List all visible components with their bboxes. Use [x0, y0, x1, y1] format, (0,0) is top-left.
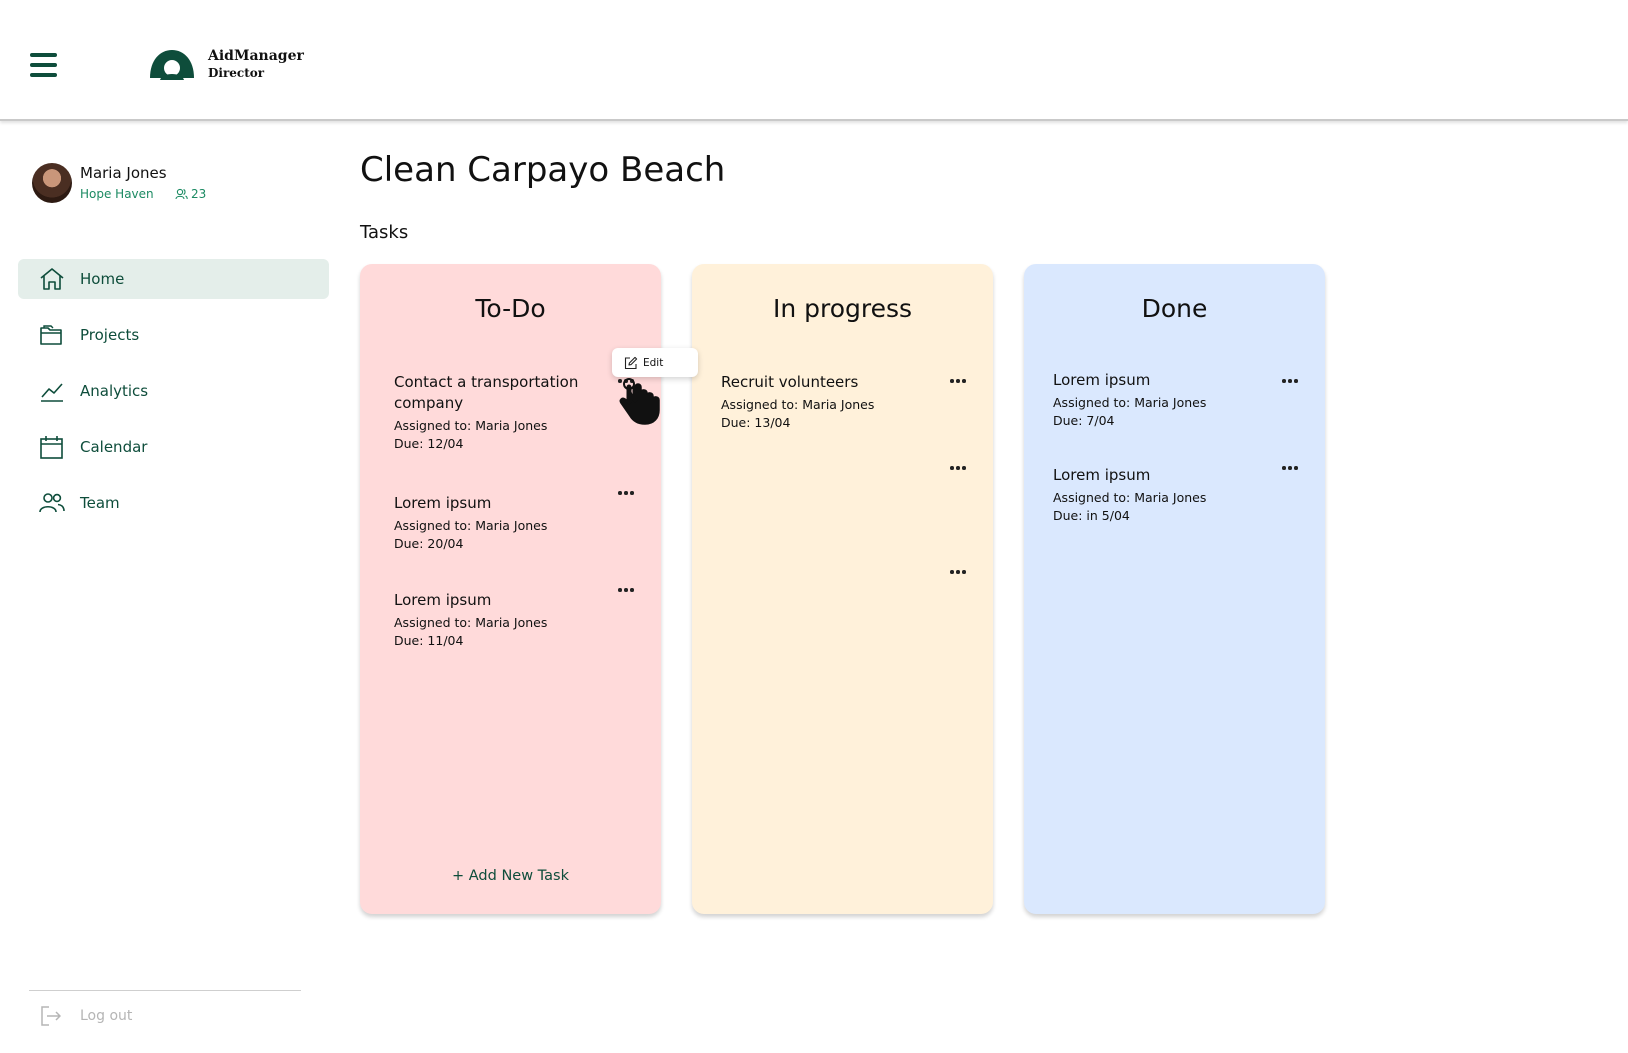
task-assignee: Assigned to: Maria Jones: [1053, 395, 1207, 410]
column-done: Done Lorem ipsum Assigned to: Maria Jone…: [1024, 264, 1325, 914]
sidebar-item-home[interactable]: Home: [18, 259, 329, 299]
more-options-icon[interactable]: [1278, 461, 1302, 475]
chart-line-icon: [41, 383, 63, 402]
task-assignee: Assigned to: Maria Jones: [394, 418, 548, 433]
aidmanager-logo: [148, 48, 196, 84]
more-options-icon[interactable]: [614, 583, 638, 597]
column-in-progress: In progress Recruit volunteers Assigned …: [692, 264, 993, 914]
task-card[interactable]: Lorem ipsum Assigned to: Maria Jones Due…: [1053, 465, 1293, 525]
brand-name: AidManager Director: [208, 48, 304, 81]
task-due: Due: 20/04: [394, 536, 464, 551]
sidebar-divider: [29, 990, 301, 991]
task-assignee: Assigned to: Maria Jones: [394, 518, 548, 533]
sidebar-item-team[interactable]: Team: [18, 483, 329, 523]
task-due: Due: in 5/04: [1053, 508, 1130, 523]
user-name: Maria Jones: [80, 164, 167, 182]
more-options-icon[interactable]: [946, 461, 970, 475]
task-title: Lorem ipsum: [394, 494, 492, 512]
task-due: Due: 12/04: [394, 436, 464, 451]
edit-icon: [624, 356, 638, 370]
column-title: In progress: [772, 294, 913, 323]
task-title: Contact a transportation company: [394, 373, 579, 412]
edit-popup-button[interactable]: Edit: [612, 348, 698, 377]
task-due: Due: 11/04: [394, 633, 464, 648]
user-organization: Hope Haven: [80, 187, 154, 201]
sidebar-nav: Home Projects Analytics Calendar Team: [18, 259, 329, 539]
member-count: 23: [175, 187, 206, 201]
task-title: Recruit volunteers: [721, 373, 859, 391]
task-due: Due: 7/04: [1053, 413, 1115, 428]
home-icon: [40, 268, 64, 290]
logout-label: Log out: [80, 1008, 133, 1024]
task-card[interactable]: Lorem ipsum Assigned to: Maria Jones Due…: [394, 493, 634, 553]
team-icon: [39, 493, 65, 513]
task-card[interactable]: Recruit volunteers Assigned to: Maria Jo…: [721, 372, 961, 432]
task-title: Lorem ipsum: [394, 591, 492, 609]
sidebar-item-label: Projects: [80, 326, 140, 344]
task-card[interactable]: Lorem ipsum Assigned to: Maria Jones Due…: [394, 590, 634, 650]
task-title: Lorem ipsum: [1053, 371, 1151, 389]
add-new-task-button[interactable]: + Add New Task: [360, 868, 661, 884]
hand-cursor-icon: [619, 378, 660, 425]
edit-label: Edit: [643, 357, 664, 369]
sidebar-item-label: Home: [80, 270, 125, 288]
more-options-icon[interactable]: [946, 374, 970, 388]
people-icon: [175, 188, 188, 200]
section-title: Tasks: [360, 222, 409, 243]
column-title: Done: [1141, 294, 1208, 323]
folder-icon: [40, 325, 62, 345]
calendar-icon: [40, 436, 63, 459]
task-assignee: Assigned to: Maria Jones: [394, 615, 548, 630]
top-bar: AidManager Director: [0, 0, 1628, 121]
more-options-icon[interactable]: [614, 486, 638, 500]
column-title: To-Do: [475, 294, 546, 323]
task-due: Due: 13/04: [721, 415, 791, 430]
task-assignee: Assigned to: Maria Jones: [721, 397, 875, 412]
task-assignee: Assigned to: Maria Jones: [1053, 490, 1207, 505]
brand-role: Director: [208, 66, 265, 80]
page-title: Clean Carpayo Beach: [360, 150, 726, 190]
logout-icon: [41, 1006, 61, 1026]
more-options-icon[interactable]: [1278, 374, 1302, 388]
avatar[interactable]: [32, 163, 72, 203]
sidebar-item-label: Team: [80, 494, 120, 512]
task-title: Lorem ipsum: [1053, 466, 1151, 484]
task-card[interactable]: Contact a transportation company Assigne…: [394, 372, 634, 453]
sidebar-item-projects[interactable]: Projects: [18, 315, 329, 355]
member-count-value: 23: [191, 187, 207, 201]
sidebar-item-label: Calendar: [80, 438, 148, 456]
hamburger-menu-icon[interactable]: [30, 51, 57, 79]
sidebar-item-label: Analytics: [80, 382, 149, 400]
sidebar-item-calendar[interactable]: Calendar: [18, 427, 329, 467]
task-card[interactable]: Lorem ipsum Assigned to: Maria Jones Due…: [1053, 370, 1293, 430]
brand-title: AidManager: [208, 48, 304, 64]
sidebar-item-analytics[interactable]: Analytics: [18, 371, 329, 411]
more-options-icon[interactable]: [946, 565, 970, 579]
